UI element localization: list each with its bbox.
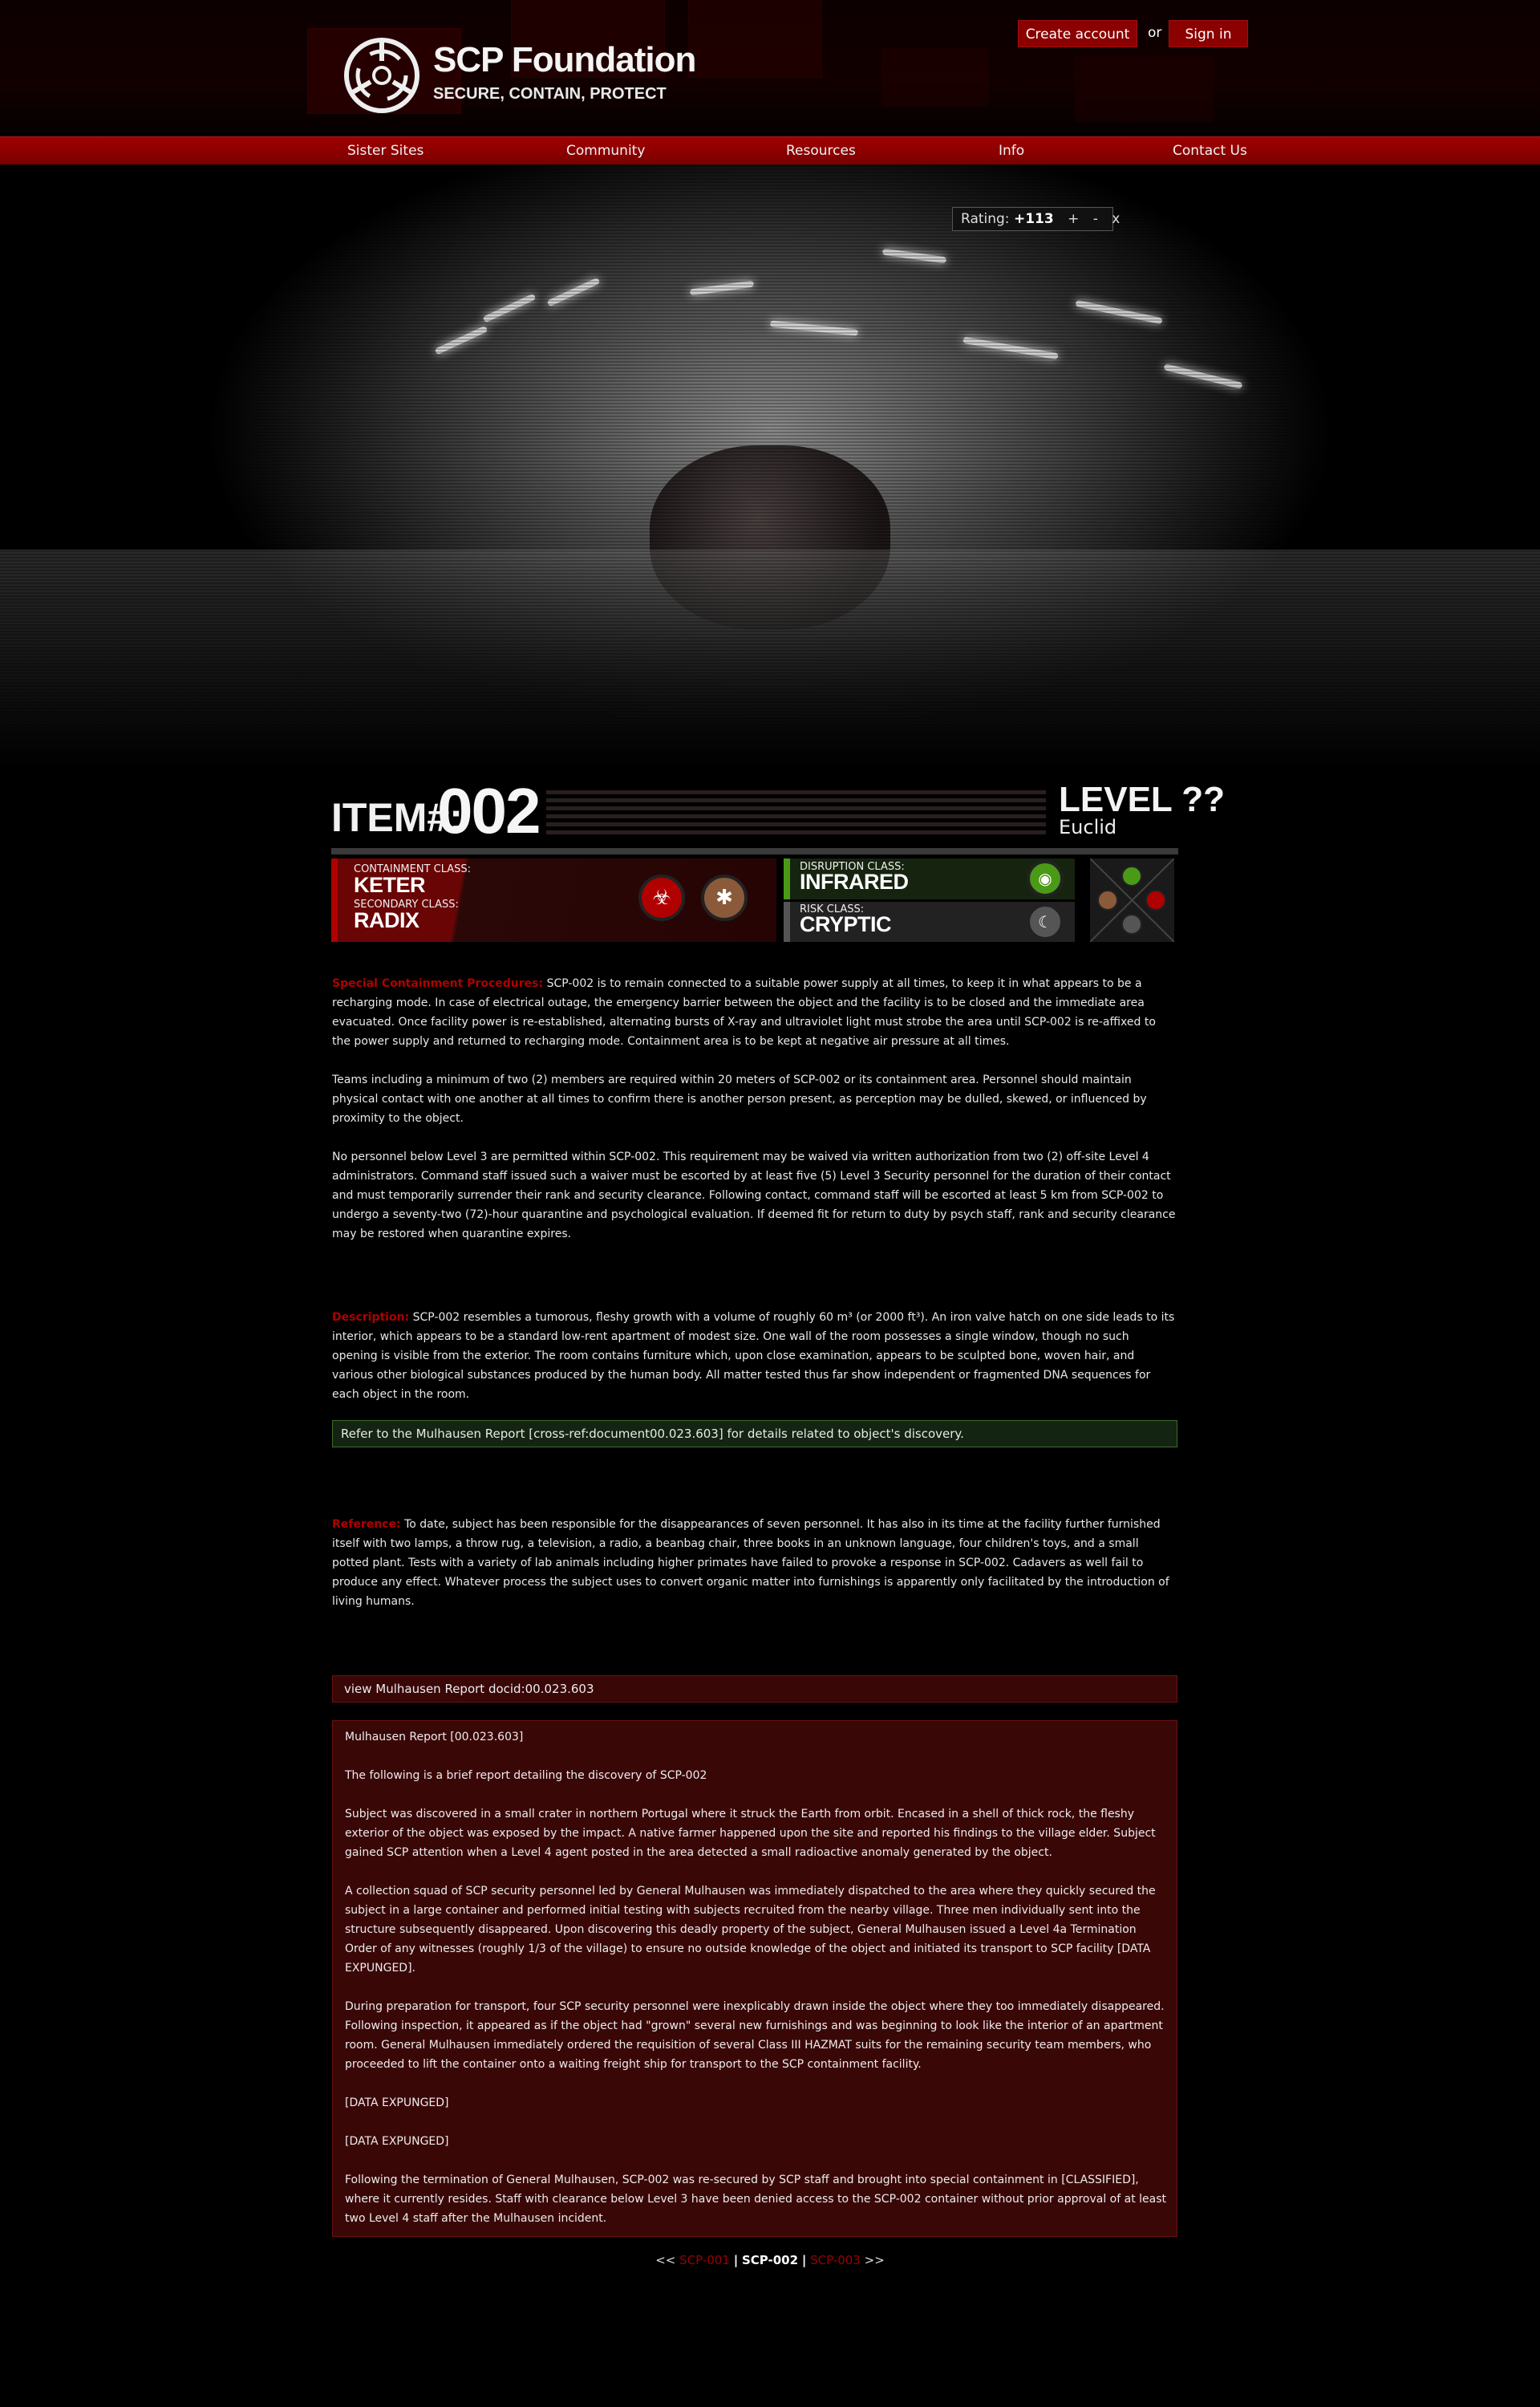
- nav-resources[interactable]: Resources: [786, 137, 856, 164]
- keter-icon: ☣: [638, 875, 685, 921]
- create-account-button[interactable]: Create account: [1018, 20, 1137, 47]
- rate-down-button[interactable]: -: [1093, 208, 1098, 230]
- procedures-paragraph-2: Teams including a minimum of two (2) mem…: [332, 1074, 1147, 1125]
- keter-mini-icon: [1145, 890, 1166, 911]
- hero-image: [0, 164, 1540, 770]
- containment-class-panel: CONTAINMENT CLASS: KETER SECONDARY CLASS…: [331, 858, 776, 942]
- separator: |: [733, 2253, 739, 2267]
- radix-mini-icon: [1097, 890, 1118, 911]
- header-decoration: [882, 48, 988, 106]
- or-text: or: [1148, 25, 1162, 41]
- rating-value: +113: [1013, 211, 1054, 227]
- infrared-mini-icon: [1121, 866, 1142, 887]
- description-text: SCP-002 resembles a tumorous, fleshy gro…: [332, 1311, 1175, 1401]
- clearance-level: LEVEL ??: [1059, 780, 1225, 819]
- procedures-heading: Special Containment Procedures:: [332, 977, 544, 990]
- prev-arrow: <<: [655, 2253, 676, 2267]
- nav-community[interactable]: Community: [566, 137, 645, 164]
- cryptic-icon: ☾: [1027, 903, 1064, 940]
- top-navigation: Sister Sites Community Resources Info Co…: [0, 136, 1540, 165]
- secondary-class-value: RADIX: [354, 908, 419, 932]
- containment-class-value: KETER: [354, 873, 426, 897]
- report-paragraph-1: Subject was discovered in a small crater…: [345, 1808, 1156, 1859]
- site-title[interactable]: SCP Foundation: [433, 40, 696, 80]
- mulhausen-report: Mulhausen Report [00.023.603] The follow…: [332, 1720, 1177, 2237]
- nav-contact-us[interactable]: Contact Us: [1173, 137, 1247, 164]
- site-tagline: SECURE, CONTAIN, PROTECT: [433, 85, 667, 103]
- sign-in-button[interactable]: Sign in: [1169, 20, 1248, 47]
- description-heading: Description:: [332, 1311, 410, 1324]
- nav-info[interactable]: Info: [999, 137, 1024, 164]
- procedures-paragraph-3: No personnel below Level 3 are permitted…: [332, 1151, 1176, 1240]
- risk-class-value: CRYPTIC: [800, 912, 892, 936]
- rating-label: Rating:: [961, 211, 1010, 227]
- next-scp-link[interactable]: SCP-003: [810, 2253, 861, 2267]
- next-arrow: >>: [864, 2253, 885, 2267]
- scp-logo-icon[interactable]: [343, 37, 420, 114]
- cryptic-mini-icon: [1121, 914, 1142, 935]
- header-decoration: [1075, 56, 1213, 122]
- view-report-toggle[interactable]: view Mulhausen Report docid:00.023.603: [332, 1675, 1177, 1703]
- risk-class-panel: RISK CLASS: CRYPTIC ☾: [784, 902, 1075, 942]
- disruption-class-panel: DISRUPTION CLASS: INFRARED ◉: [784, 858, 1075, 899]
- infrared-icon: ◉: [1027, 860, 1064, 897]
- radix-icon: ✱: [701, 875, 748, 921]
- procedures-paragraph-1: Special Containment Procedures: SCP-002 …: [332, 974, 1177, 1051]
- reference-paragraph: Reference: To date, subject has been res…: [332, 1515, 1177, 1611]
- rate-cancel-button[interactable]: x: [1112, 208, 1120, 230]
- separator: |: [801, 2253, 807, 2267]
- reference-text: To date, subject has been responsible fo…: [332, 1518, 1169, 1608]
- disruption-class-value: INFRARED: [800, 870, 909, 894]
- mulhausen-refer-note: Refer to the Mulhausen Report [cross-ref…: [332, 1420, 1177, 1447]
- report-paragraph-2: A collection squad of SCP security perso…: [345, 1885, 1156, 1975]
- series-navigation: << SCP-001 | SCP-002 | SCP-003 >>: [0, 2253, 1540, 2267]
- item-stripes: [546, 790, 1046, 835]
- report-expunged-1: [DATA EXPUNGED]: [345, 2096, 449, 2109]
- report-title: Mulhausen Report [00.023.603]: [345, 1731, 524, 1743]
- item-number: 002: [437, 775, 541, 846]
- prev-scp-link[interactable]: SCP-001: [679, 2253, 730, 2267]
- site-header: SCP Foundation SECURE, CONTAIN, PROTECT …: [0, 0, 1540, 136]
- rate-up-button[interactable]: +: [1068, 208, 1079, 230]
- report-expunged-2: [DATA EXPUNGED]: [345, 2135, 449, 2148]
- scanline-overlay: [0, 164, 1540, 770]
- rating-module: Rating: +113 + - x: [952, 207, 1120, 231]
- description-paragraph: Description: SCP-002 resembles a tumorou…: [332, 1308, 1177, 1404]
- object-class: Euclid: [1059, 816, 1117, 838]
- report-paragraph-3: During preparation for transport, four S…: [345, 2000, 1165, 2071]
- report-intro: The following is a brief report detailin…: [345, 1769, 707, 1782]
- current-scp: SCP-002: [741, 2253, 799, 2267]
- header-decoration: [688, 0, 822, 78]
- report-paragraph-4: Following the termination of General Mul…: [345, 2174, 1167, 2225]
- reference-heading: Reference:: [332, 1518, 401, 1531]
- item-divider: [331, 848, 1178, 854]
- nav-sister-sites[interactable]: Sister Sites: [347, 137, 424, 164]
- class-summary-grid: [1090, 858, 1174, 942]
